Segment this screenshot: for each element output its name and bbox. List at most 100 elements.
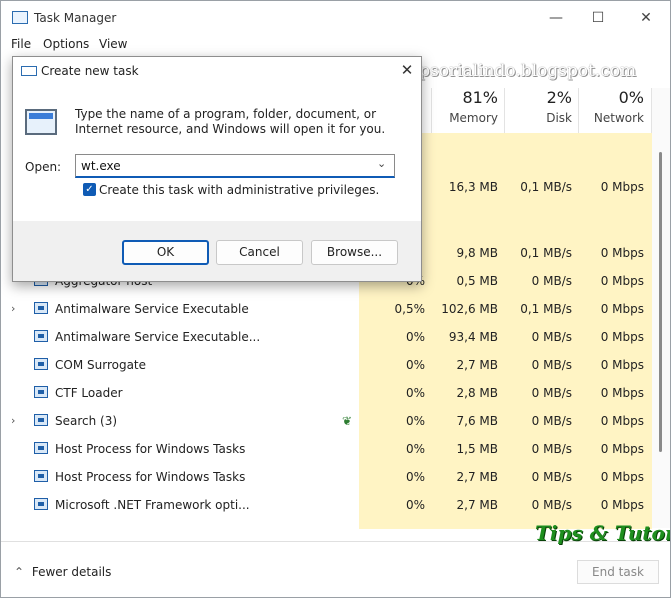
process-icon (34, 358, 48, 370)
maximize-button[interactable]: ☐ (587, 7, 609, 29)
menu-bar: File Options View (1, 35, 670, 53)
process-name: Host Process for Windows Tasks (55, 470, 246, 484)
process-icon (34, 330, 48, 342)
disk-value: 0,1 MB/s (520, 180, 572, 194)
memory-value: 0,5 MB (456, 274, 498, 288)
disk-label: Disk (546, 111, 572, 125)
memory-value: 2,7 MB (456, 470, 498, 484)
process-name: CTF Loader (55, 386, 123, 400)
efficiency-leaf-icon: ❦ (342, 414, 353, 428)
disk-value: 0 MB/s (531, 470, 572, 484)
cpu-value: 0% (405, 358, 425, 372)
window-title: Task Manager (34, 11, 117, 25)
cpu-value: 0% (405, 386, 425, 400)
column-disk[interactable]: 2% Disk (511, 88, 572, 125)
table-row[interactable]: Antimalware Service Executable... 0% 93,… (1, 323, 652, 351)
network-value: 0 Mbps (600, 246, 644, 260)
table-row[interactable]: Host Process for Windows Tasks 0% 2,7 MB… (1, 463, 652, 491)
minimize-button[interactable]: — (545, 7, 567, 29)
disk-value: 0 MB/s (531, 442, 572, 456)
disk-percent: 2% (546, 88, 572, 107)
memory-value: 2,8 MB (456, 386, 498, 400)
network-value: 0 Mbps (600, 498, 644, 512)
memory-label: Memory (449, 111, 498, 125)
network-value: 0 Mbps (600, 470, 644, 484)
watermark-tips-tutorial: Tips & Tutorial (535, 521, 670, 545)
cpu-value: 0% (405, 498, 425, 512)
cpu-value: 0% (405, 442, 425, 456)
disk-value: 0 MB/s (531, 386, 572, 400)
footer-bar: ⌃ Fewer details End task (1, 541, 670, 597)
dialog-close-button[interactable]: ✕ (397, 59, 417, 81)
fewer-details-button[interactable]: ⌃ Fewer details (14, 565, 111, 579)
network-value: 0 Mbps (600, 180, 644, 194)
process-icon (34, 302, 48, 314)
ok-button[interactable]: OK (122, 240, 209, 265)
process-icon (34, 498, 48, 510)
network-value: 0 Mbps (600, 414, 644, 428)
cancel-button[interactable]: Cancel (216, 240, 303, 265)
title-bar: Task Manager — ☐ ✕ (1, 1, 670, 35)
network-value: 0 Mbps (600, 358, 644, 372)
network-value: 0 Mbps (600, 442, 644, 456)
dialog-body: Type the name of a program, folder, docu… (13, 85, 421, 221)
process-icon (34, 470, 48, 482)
process-name: Search (3) (55, 414, 118, 428)
network-value: 0 Mbps (600, 386, 644, 400)
network-value: 0 Mbps (600, 330, 644, 344)
process-icon (34, 442, 48, 454)
scrollbar-thumb[interactable] (659, 152, 662, 452)
column-network[interactable]: 0% Network (583, 88, 644, 125)
end-task-button[interactable]: End task (577, 560, 659, 584)
dialog-button-bar: OK Cancel Browse... (13, 221, 421, 281)
memory-value: 102,6 MB (441, 302, 498, 316)
process-name: Microsoft .NET Framework opti... (55, 498, 250, 512)
task-manager-window: Task Manager — ☐ ✕ File Options View 81%… (0, 0, 671, 598)
close-button[interactable]: ✕ (635, 7, 657, 29)
network-value: 0 Mbps (600, 302, 644, 316)
disk-value: 0 MB/s (531, 274, 572, 288)
cpu-value: 0,5% (394, 302, 426, 316)
task-manager-icon (12, 11, 28, 24)
memory-value: 9,8 MB (456, 246, 498, 260)
memory-value: 2,7 MB (456, 358, 498, 372)
run-dialog-icon (21, 66, 37, 76)
memory-value: 16,3 MB (448, 180, 498, 194)
network-label: Network (593, 111, 644, 125)
ctf-loader-icon (34, 386, 48, 398)
vertical-scrollbar[interactable] (652, 88, 670, 528)
open-input[interactable] (75, 154, 395, 178)
network-percent: 0% (618, 88, 644, 107)
admin-privileges-checkbox[interactable]: ✓ (83, 183, 96, 196)
column-memory[interactable]: 81% Memory (437, 88, 498, 125)
dialog-title: Create new task (41, 64, 139, 78)
table-row[interactable]: Host Process for Windows Tasks 0% 1,5 MB… (1, 435, 652, 463)
expand-chevron-icon[interactable]: › (11, 302, 15, 315)
dialog-title-bar: Create new task ✕ (13, 57, 421, 85)
chevron-up-icon: ⌃ (14, 565, 25, 579)
cpu-value: 0% (405, 414, 425, 428)
expand-chevron-icon[interactable]: › (11, 414, 15, 427)
cpu-value: 0% (405, 330, 425, 344)
memory-value: 7,6 MB (456, 414, 498, 428)
menu-file[interactable]: File (11, 37, 31, 51)
browse-button[interactable]: Browse... (311, 240, 398, 265)
process-icon (34, 414, 48, 426)
admin-privileges-label[interactable]: Create this task with administrative pri… (99, 183, 379, 197)
disk-value: 0,1 MB/s (520, 302, 572, 316)
fewer-details-label: Fewer details (31, 565, 112, 579)
table-row[interactable]: COM Surrogate 0% 2,7 MB 0 MB/s 0 Mbps (1, 351, 652, 379)
menu-view[interactable]: View (99, 37, 127, 51)
table-row[interactable]: › Antimalware Service Executable 0,5% 10… (1, 295, 652, 323)
process-name: Antimalware Service Executable... (55, 330, 261, 344)
table-row[interactable]: Microsoft .NET Framework opti... 0% 2,7 … (1, 491, 652, 519)
open-label: Open: (25, 160, 62, 174)
table-row[interactable]: › Search (3) ❦ 0% 7,6 MB 0 MB/s 0 Mbps (1, 407, 652, 435)
memory-value: 93,4 MB (448, 330, 498, 344)
disk-value: 0 MB/s (531, 358, 572, 372)
process-name: COM Surrogate (55, 358, 147, 372)
disk-value: 0 MB/s (531, 414, 572, 428)
menu-options[interactable]: Options (43, 37, 89, 51)
table-row[interactable]: CTF Loader 0% 2,8 MB 0 MB/s 0 Mbps (1, 379, 652, 407)
chevron-down-icon[interactable]: ⌄ (377, 157, 386, 170)
